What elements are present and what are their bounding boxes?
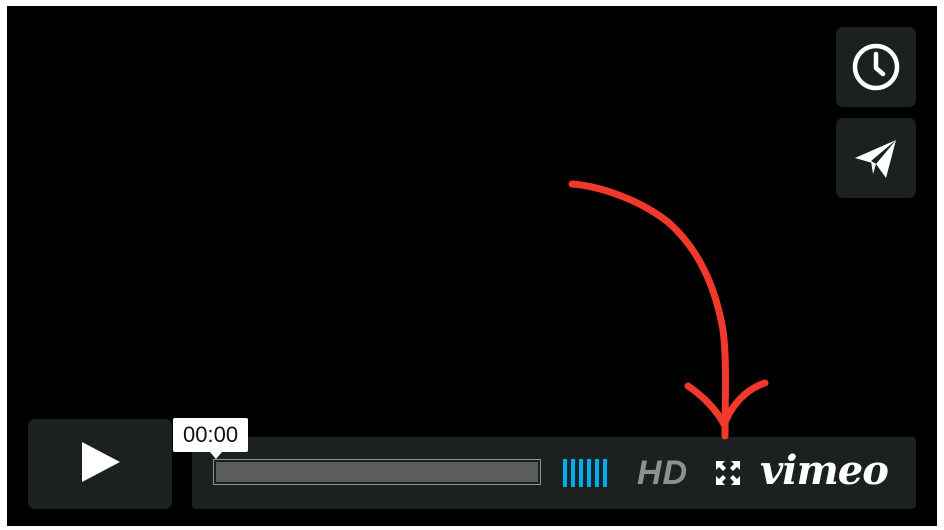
volume-bar	[579, 459, 583, 487]
vimeo-logo[interactable]: vimeo	[760, 447, 889, 495]
volume-bar	[571, 459, 575, 487]
progress-track	[216, 462, 538, 482]
paper-plane-icon	[852, 134, 900, 182]
volume-control[interactable]	[563, 459, 607, 487]
volume-bar	[603, 459, 607, 487]
play-button[interactable]	[28, 419, 172, 509]
volume-bar	[595, 459, 599, 487]
control-bar: HD vimeo	[192, 437, 916, 509]
timecode-tooltip: 00:00	[173, 418, 249, 452]
fullscreen-button[interactable]	[714, 459, 742, 487]
progress-bar[interactable]	[213, 459, 541, 485]
watch-later-button[interactable]	[836, 27, 916, 107]
volume-bar	[587, 459, 591, 487]
video-player[interactable]: HD vimeo 00:00	[7, 6, 937, 526]
volume-bar	[563, 459, 567, 487]
hd-button[interactable]: HD	[637, 453, 688, 493]
clock-icon	[850, 41, 902, 93]
share-button[interactable]	[836, 118, 916, 198]
play-icon	[78, 440, 122, 489]
fullscreen-icon	[714, 461, 742, 491]
timecode-pointer	[210, 452, 222, 459]
